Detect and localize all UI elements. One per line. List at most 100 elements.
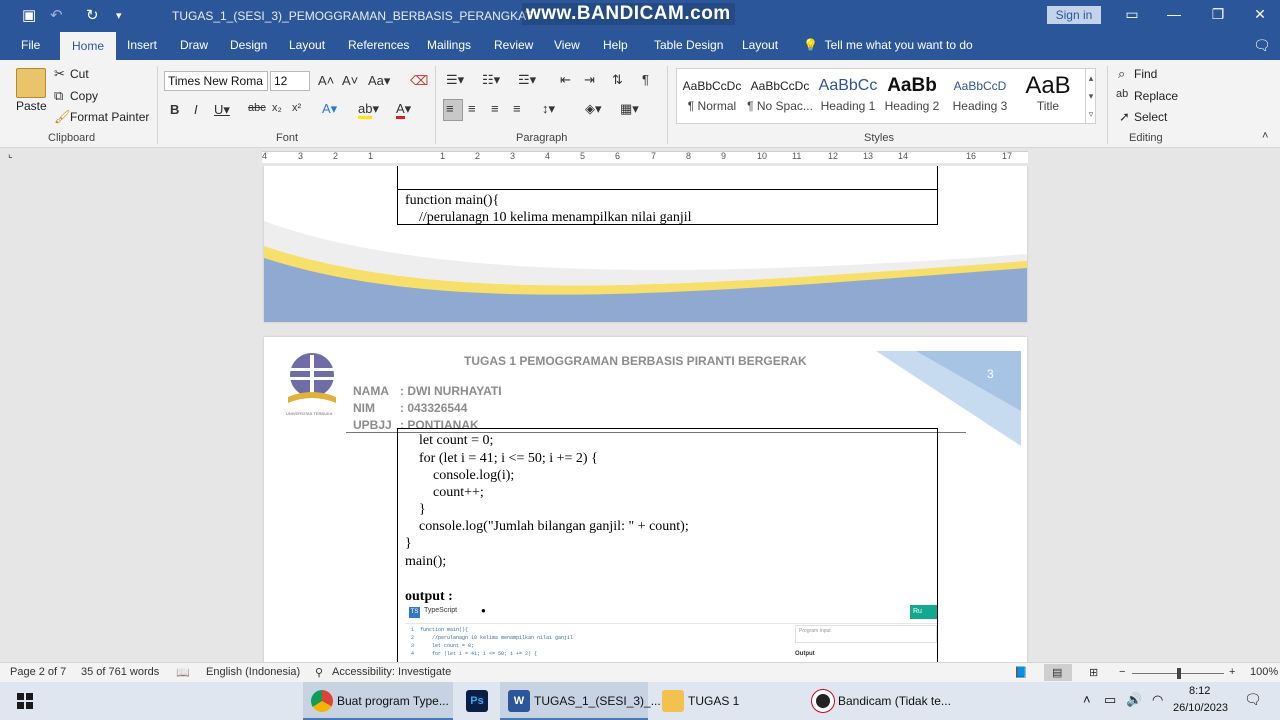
strikethrough-icon[interactable]: abc [248, 102, 266, 114]
read-mode-icon[interactable]: 📘 [1014, 666, 1028, 679]
tab-mailings[interactable]: Mailings [427, 38, 471, 52]
notifications-icon[interactable]: 🗨 [1244, 691, 1262, 709]
code-line: function main(){ [405, 193, 500, 208]
document-area[interactable]: function main(){ //perulanagn 10 kelima … [0, 166, 1280, 662]
accessibility-status[interactable]: Accessibility: Investigate [332, 666, 451, 678]
tab-review[interactable]: Review [494, 38, 533, 52]
italic-icon[interactable]: I [194, 102, 198, 117]
show-marks-icon[interactable]: ¶ [642, 72, 649, 87]
comments-icon[interactable]: 🗨 [1253, 37, 1271, 54]
page-count[interactable]: Page 2 of 7 [10, 666, 66, 678]
tab-design[interactable]: Design [230, 38, 267, 52]
font-size-select[interactable]: 12 [270, 71, 310, 91]
format-painter-button[interactable]: Format Painter [70, 110, 149, 124]
tell-me-search[interactable]: 💡 Tell me what you want to do [803, 38, 973, 52]
language-status[interactable]: English (Indonesia) [206, 666, 300, 678]
borders-icon[interactable]: ▦▾ [620, 101, 639, 117]
tab-table-layout[interactable]: Layout [742, 38, 778, 52]
start-button[interactable] [0, 682, 50, 720]
paste-icon[interactable] [16, 68, 46, 98]
upbjj-label: UPBJJ [353, 418, 392, 432]
horizontal-ruler[interactable]: ⌞ 4 3 2 1 1 2 3 4 5 6 7 8 9 10 11 12 13 14 16 17 [0, 148, 1280, 166]
taskbar-item-chrome[interactable]: Buat program Type... [303, 682, 453, 720]
tab-draw[interactable]: Draw [180, 38, 208, 52]
maximize-icon[interactable]: ❐ [1198, 6, 1238, 23]
font-name-select[interactable]: Times New Roma [164, 71, 268, 91]
clock-time[interactable]: 8:12 [1189, 685, 1210, 699]
taskbar-item-explorer[interactable]: TUGAS 1 [654, 682, 800, 720]
multilevel-list-icon[interactable]: ☲▾ [518, 72, 536, 88]
select-button[interactable]: Select [1134, 110, 1167, 124]
align-center-icon[interactable]: ≡ [468, 101, 476, 116]
style-no-spacing[interactable]: AaBbCcDc ¶ No Spac... [747, 73, 813, 113]
network-icon[interactable]: ◠ [1152, 692, 1163, 710]
shrink-font-icon[interactable]: A˅ [342, 73, 358, 88]
tab-help[interactable]: Help [603, 38, 628, 52]
word-count[interactable]: 35 of 761 words [81, 666, 159, 678]
ruler-tick: 2 [333, 151, 339, 161]
numbering-icon[interactable]: ☷▾ [482, 72, 500, 88]
undo-icon[interactable]: ↶ [50, 6, 63, 24]
style-heading-3[interactable]: AaBbCcD Heading 3 [947, 73, 1013, 113]
underline-icon[interactable]: U▾ [214, 102, 230, 118]
replace-button[interactable]: Replace [1134, 89, 1178, 103]
align-left-icon: ≡ [446, 101, 454, 116]
proofing-icon[interactable]: 📖 [176, 666, 190, 679]
volume-icon[interactable]: 🔊 [1126, 692, 1142, 710]
tab-table-design[interactable]: Table Design [654, 38, 723, 52]
copy-button[interactable]: Copy [70, 89, 98, 103]
show-hidden-icons-icon[interactable]: ˄ [1083, 692, 1091, 710]
collapse-ribbon-icon[interactable]: ˄ [1262, 130, 1268, 142]
tab-references[interactable]: References [348, 38, 409, 52]
tab-file[interactable]: File [21, 38, 40, 52]
taskbar-item-word[interactable]: W TUGAS_1_(SESI_3)_... [500, 682, 661, 720]
paste-button[interactable]: Paste [16, 99, 47, 113]
font-color-icon[interactable]: A▾ [396, 101, 411, 119]
tab-view[interactable]: View [554, 38, 580, 52]
clear-formatting-icon[interactable]: ⌫ [410, 73, 428, 89]
styles-scroll[interactable]: ▴ ▾ ▿ [1085, 69, 1096, 123]
align-right-icon[interactable]: ≡ [491, 101, 499, 116]
sign-in-button[interactable]: Sign in [1047, 6, 1101, 24]
style-title[interactable]: AaB Title [1015, 73, 1081, 113]
taskbar-item-photoshop[interactable]: Ps [458, 682, 498, 720]
style-heading-1[interactable]: AaBbCc Heading 1 [815, 73, 881, 113]
tab-selector-icon[interactable]: ⌞ [8, 149, 13, 160]
taskbar-item-bandicam[interactable]: Bandicam (Tidak te... [804, 682, 952, 720]
battery-icon[interactable]: ▭ [1104, 692, 1116, 710]
style-heading-2[interactable]: AaBb Heading 2 [879, 73, 945, 113]
tab-insert[interactable]: Insert [127, 38, 157, 52]
zoom-level[interactable]: 100% [1250, 666, 1278, 678]
ribbon-display-icon[interactable]: ▭ [1112, 6, 1152, 23]
increase-indent-icon[interactable]: ⇥ [584, 72, 595, 88]
find-button[interactable]: Find [1134, 67, 1157, 81]
grow-font-icon[interactable]: A˄ [318, 73, 334, 88]
change-case-icon[interactable]: Aa▾ [368, 73, 390, 89]
ruler-tick: 8 [686, 151, 692, 161]
text-effects-icon[interactable]: A▾ [322, 101, 337, 117]
superscript-icon[interactable]: x² [292, 102, 301, 114]
subscript-icon[interactable]: x₂ [272, 102, 282, 114]
clock-date[interactable]: 26/10/2023 [1173, 702, 1228, 716]
style-normal[interactable]: AaBbCcDc ¶ Normal [679, 73, 745, 113]
save-icon[interactable]: ▣ [22, 6, 36, 24]
tab-home[interactable]: Home [60, 32, 117, 60]
tab-layout[interactable]: Layout [289, 38, 325, 52]
highlight-icon[interactable]: ab▾ [358, 101, 379, 119]
zoom-in-icon[interactable]: + [1229, 666, 1235, 678]
cut-button[interactable]: Cut [70, 67, 89, 81]
line-spacing-icon[interactable]: ↕▾ [542, 101, 555, 117]
justify-icon[interactable]: ≡ [513, 101, 521, 116]
minimize-icon[interactable]: — [1154, 6, 1194, 22]
bold-icon[interactable]: B [170, 102, 179, 117]
decrease-indent-icon[interactable]: ⇤ [560, 72, 571, 88]
sort-icon[interactable]: ⇅ [612, 72, 623, 88]
shading-icon[interactable]: ◈▾ [585, 101, 602, 117]
customize-qat-icon[interactable]: ▾ [116, 9, 122, 22]
zoom-out-icon[interactable]: − [1119, 666, 1125, 678]
bullets-icon[interactable]: ☰▾ [446, 72, 464, 88]
redo-icon[interactable]: ↻ [86, 6, 99, 24]
zoom-slider-thumb[interactable] [1177, 668, 1181, 679]
web-layout-icon[interactable]: ⊞ [1089, 666, 1098, 679]
close-icon[interactable]: ✕ [1240, 6, 1280, 23]
